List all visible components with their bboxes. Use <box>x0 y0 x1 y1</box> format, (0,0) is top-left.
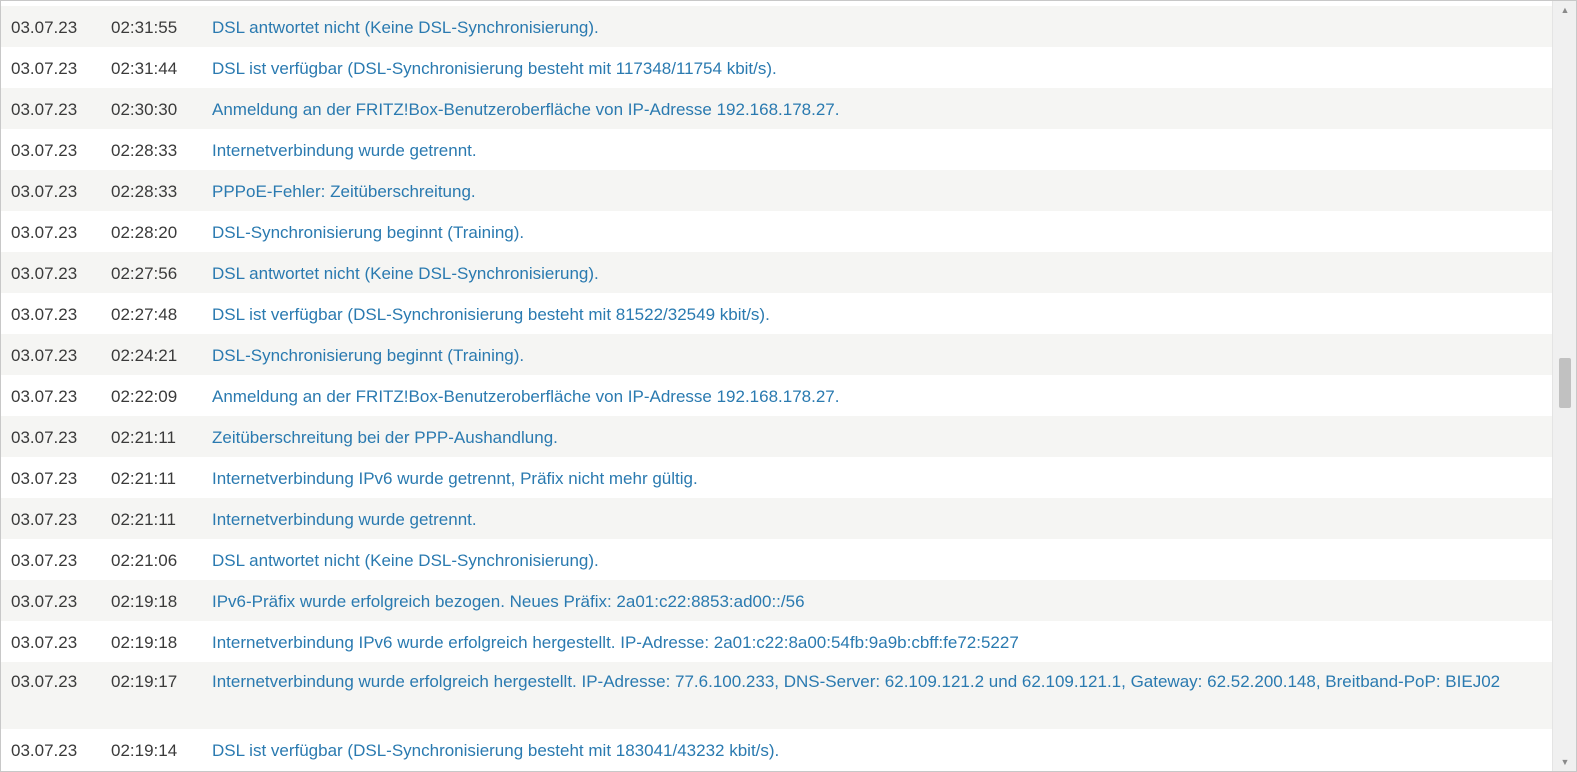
log-message: PPPoE-Fehler: Zeitüberschreitung. <box>212 182 476 201</box>
log-message: Internetverbindung wurde erfolgreich her… <box>212 672 1501 691</box>
triangle-up-icon[interactable]: ▲ <box>1553 1 1576 19</box>
log-message: Internetverbindung IPv6 wurde erfolgreic… <box>212 633 1019 652</box>
log-date: 03.07.23 <box>11 223 78 242</box>
log-row: 03.07.23 02:30:30 Anmeldung an der FRITZ!B… <box>1 88 1552 129</box>
log-date: 03.07.23 <box>11 182 78 201</box>
log-date: 03.07.23 <box>11 141 78 160</box>
log-time: 02:27:56 <box>111 264 178 283</box>
log-row: 03.07.23 02:28:33 PPPoE-Fehler: Zeitübersc… <box>1 170 1552 211</box>
log-message: Zeitüberschreitung bei der PPP-Aushandlu… <box>212 428 558 447</box>
log-message: DSL ist verfügbar (DSL-Synchronisierung … <box>212 305 770 324</box>
log-row: 03.07.23 02:22:09 Anmeldung an der FRITZ!B… <box>1 375 1552 416</box>
log-date: 03.07.23 <box>11 633 78 652</box>
scrollbar-thumb[interactable] <box>1559 358 1571 408</box>
log-row: 03.07.23 02:31:44 DSL ist verfügbar (DSL-S… <box>1 47 1552 88</box>
log-date: 03.07.23 <box>11 264 78 283</box>
log-time: 02:31:44 <box>111 59 178 78</box>
log-date: 03.07.23 <box>11 741 78 760</box>
log-message: Anmeldung an der FRITZ!Box-Benutzeroberf… <box>212 387 840 406</box>
log-time: 02:19:14 <box>111 741 178 760</box>
log-message: Internetverbindung wurde getrennt. <box>212 510 477 529</box>
log-message: DSL ist verfügbar (DSL-Synchronisierung … <box>212 59 777 78</box>
log-row: 03.07.23 02:19:18 Internetverbindung IPv6 … <box>1 621 1552 662</box>
log-row: 03.07.23 02:21:11 Zeitüberschreitung bei d… <box>1 416 1552 457</box>
log-date: 03.07.23 <box>11 592 78 611</box>
log-time: 02:19:17 <box>111 672 178 691</box>
log-message: DSL antwortet nicht (Keine DSL-Synchroni… <box>212 551 599 570</box>
log-row: 03.07.23 02:24:21 DSL-Synchronisierung beg… <box>1 334 1552 375</box>
log-row: 03.07.23 02:27:56 DSL antwortet nicht (Kei… <box>1 252 1552 293</box>
log-date: 03.07.23 <box>11 510 78 529</box>
log-message: Anmeldung an der FRITZ!Box-Benutzeroberf… <box>212 100 840 119</box>
log-row: 03.07.23 02:21:06 DSL antwortet nicht (Kei… <box>1 539 1552 580</box>
vertical-scrollbar[interactable]: ▲ ▼ <box>1552 1 1576 771</box>
log-row: 03.07.23 02:19:17 Internetverbindung wurde… <box>1 662 1552 729</box>
log-time: 02:30:30 <box>111 100 178 119</box>
log-message: DSL antwortet nicht (Keine DSL-Synchroni… <box>212 18 599 37</box>
log-time: 02:21:11 <box>111 469 176 488</box>
log-row: 03.07.23 02:31:55 DSL antwortet nicht (Kei… <box>1 6 1552 47</box>
log-date: 03.07.23 <box>11 551 78 570</box>
log-date: 03.07.23 <box>11 100 78 119</box>
log-time: 02:28:33 <box>111 182 178 201</box>
log-time: 02:22:09 <box>111 387 178 406</box>
log-date: 03.07.23 <box>11 59 78 78</box>
log-date: 03.07.23 <box>11 18 78 37</box>
log-message: DSL-Synchronisierung beginnt (Training). <box>212 223 525 242</box>
log-row: 03.07.23 02:21:11 Internetverbindung IPv6 … <box>1 457 1552 498</box>
log-row: 03.07.23 02:19:18 IPv6-Präfix wurde erfolg… <box>1 580 1552 621</box>
log-time: 02:19:18 <box>111 633 178 652</box>
log-date: 03.07.23 <box>11 305 78 324</box>
log-message: DSL ist verfügbar (DSL-Synchronisierung … <box>212 741 780 760</box>
log-time: 02:28:20 <box>111 223 178 242</box>
log-time: 02:21:06 <box>111 551 178 570</box>
log-time: 02:19:18 <box>111 592 178 611</box>
log-message: Internetverbindung IPv6 wurde getrennt, … <box>212 469 698 488</box>
log-row: 03.07.23 02:28:20 DSL-Synchronisierung beg… <box>1 211 1552 252</box>
log-date: 03.07.23 <box>11 346 78 365</box>
log-message: IPv6-Präfix wurde erfolgreich bezogen. N… <box>212 592 805 611</box>
log-time: 02:21:11 <box>111 510 176 529</box>
log-message: DSL antwortet nicht (Keine DSL-Synchroni… <box>212 264 599 283</box>
log-date: 03.07.23 <box>11 469 78 488</box>
log-time: 02:27:48 <box>111 305 178 324</box>
log-time: 02:24:21 <box>111 346 178 365</box>
event-log-panel: 03.07.23 02:31:55 DSL antwortet nicht (Kei… <box>0 0 1577 772</box>
log-time: 02:31:55 <box>111 18 178 37</box>
log-date: 03.07.23 <box>11 672 78 691</box>
log-time: 02:28:33 <box>111 141 178 160</box>
log-time: 02:21:11 <box>111 428 176 447</box>
log-message: Internetverbindung wurde getrennt. <box>212 141 477 160</box>
log-row: 03.07.23 02:27:48 DSL ist verfügbar (DSL-S… <box>1 293 1552 334</box>
log-date: 03.07.23 <box>11 428 78 447</box>
event-log-list: 03.07.23 02:31:55 DSL antwortet nicht (Kei… <box>1 6 1552 770</box>
log-row: 03.07.23 02:21:11 Internetverbindung wurde… <box>1 498 1552 539</box>
triangle-down-icon[interactable]: ▼ <box>1553 753 1576 771</box>
log-row: 03.07.23 02:28:33 Internetverbindung wurde… <box>1 129 1552 170</box>
log-row: 03.07.23 02:19:14 DSL ist verfügbar (DSL-S… <box>1 729 1552 770</box>
log-message: DSL-Synchronisierung beginnt (Training). <box>212 346 525 365</box>
log-date: 03.07.23 <box>11 387 78 406</box>
